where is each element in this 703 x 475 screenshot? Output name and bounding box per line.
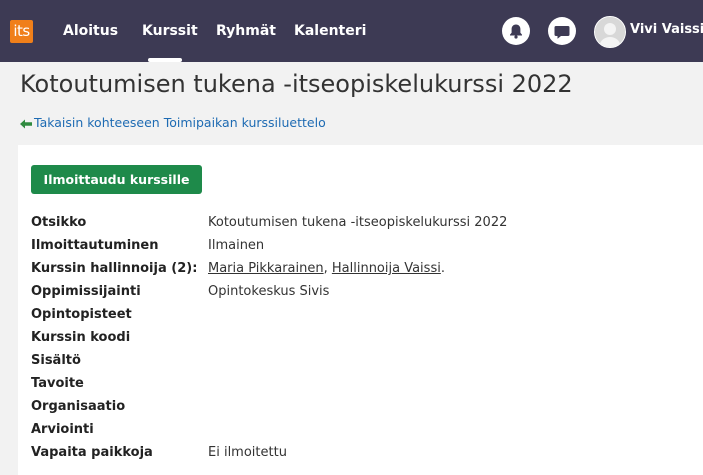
- back-arrow-icon: [20, 119, 32, 128]
- active-nav-indicator: [148, 58, 182, 62]
- bell-icon: [510, 24, 522, 39]
- nav-kurssit[interactable]: Kurssit: [142, 22, 198, 40]
- back-link-label: Takaisin kohteeseen Toimipaikan kurssilu…: [34, 115, 326, 130]
- detail-label: Sisältö: [31, 353, 81, 368]
- detail-label: Organisaatio: [31, 399, 126, 414]
- detail-label: Ilmoittautuminen: [31, 238, 159, 253]
- nav-aloitus[interactable]: Aloitus: [63, 22, 118, 40]
- admin-link-hallinnoija[interactable]: Hallinnoija Vaissi: [332, 261, 441, 276]
- chat-icon: [554, 26, 570, 39]
- messages-button[interactable]: [548, 17, 576, 45]
- detail-label: Arviointi: [31, 422, 94, 437]
- admin-link-maria[interactable]: Maria Pikkarainen: [208, 261, 324, 276]
- detail-value: Kotoutumisen tukena -itseopiskelukurssi …: [208, 215, 508, 230]
- detail-value: Ilmainen: [208, 238, 265, 253]
- page-title: Kotoutumisen tukena -itseopiskelukurssi …: [20, 70, 573, 98]
- detail-value: Ei ilmoitettu: [208, 445, 287, 460]
- user-avatar[interactable]: [594, 16, 626, 48]
- nav-kalenteri[interactable]: Kalenteri: [294, 22, 366, 40]
- its-logo[interactable]: its: [10, 20, 33, 43]
- detail-label: Kurssin koodi: [31, 330, 131, 345]
- detail-label: Opintopisteet: [31, 307, 132, 322]
- back-link[interactable]: Takaisin kohteeseen Toimipaikan kurssilu…: [20, 115, 326, 130]
- admin-suffix: .: [440, 261, 445, 276]
- detail-label: Vapaita paikkoja: [31, 445, 153, 460]
- admin-separator: ,: [323, 261, 332, 276]
- top-navigation-bar: its Aloitus Kurssit Ryhmät Kalenteri Viv…: [0, 0, 703, 62]
- detail-value: Maria Pikkarainen, Hallinnoija Vaissi.: [208, 261, 445, 277]
- notifications-button[interactable]: [502, 17, 530, 45]
- user-avatar-icon: [595, 17, 625, 47]
- detail-label: Oppimissijainti: [31, 284, 141, 299]
- user-name[interactable]: Vivi Vaissi: [630, 22, 703, 37]
- detail-value: Opintokeskus Sivis: [208, 284, 330, 299]
- detail-label: Kurssin hallinnoija (2):: [31, 261, 198, 276]
- enroll-button[interactable]: Ilmoittaudu kurssille: [31, 165, 202, 194]
- nav-ryhmat[interactable]: Ryhmät: [216, 22, 276, 40]
- detail-label: Tavoite: [31, 376, 84, 391]
- detail-label: Otsikko: [31, 215, 87, 230]
